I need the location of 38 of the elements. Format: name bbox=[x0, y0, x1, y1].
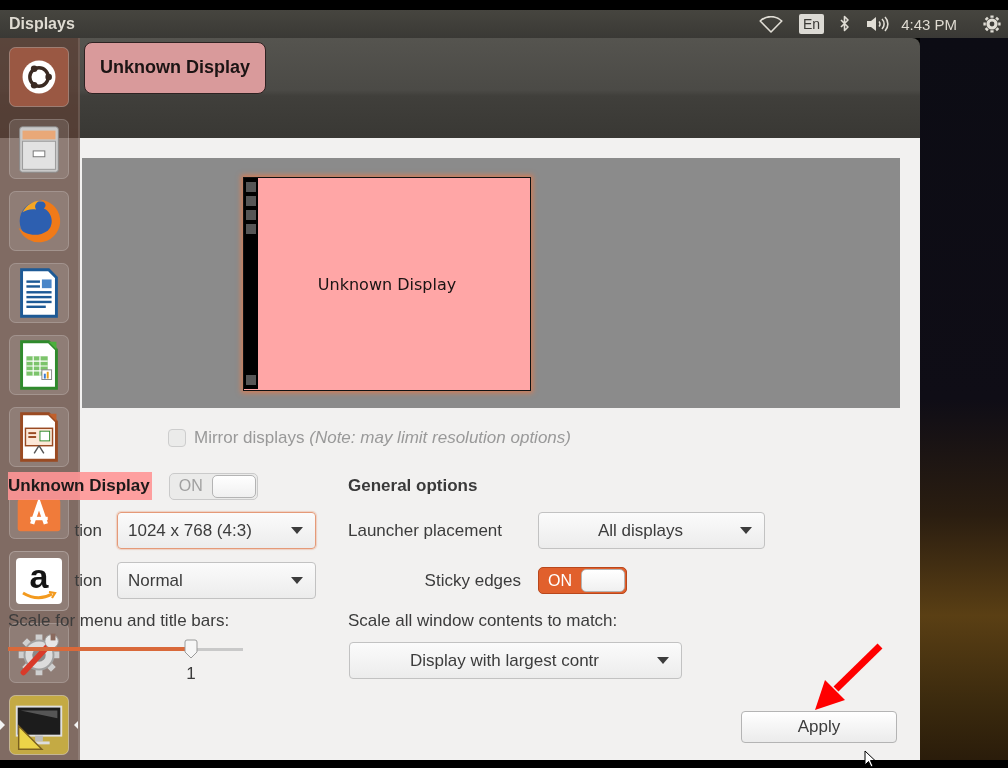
launcher-placement-label: Launcher placement bbox=[348, 520, 504, 541]
display-name-heading: Unknown Display bbox=[8, 472, 152, 500]
display-preview[interactable]: Unknown Display bbox=[243, 177, 531, 391]
scale-label: Scale for menu and title bars: bbox=[8, 611, 230, 631]
display-name-label: Unknown Display bbox=[84, 42, 267, 94]
apply-button[interactable]: Apply bbox=[741, 711, 897, 743]
file-cabinet-icon[interactable] bbox=[9, 119, 69, 179]
select-dropdown[interactable]: All displays bbox=[538, 512, 765, 549]
volume-icon[interactable] bbox=[866, 15, 891, 33]
caret-icon bbox=[657, 657, 669, 664]
letter-tile-button[interactable]: a bbox=[9, 551, 69, 611]
mirror-label: Mirror displays (Note: may limit resolution options) bbox=[194, 428, 571, 448]
section-heading: General options bbox=[348, 475, 478, 497]
smile-arrow-icon bbox=[21, 591, 57, 601]
bluetooth-icon[interactable] bbox=[839, 15, 851, 33]
presentation-icon[interactable] bbox=[9, 407, 69, 467]
window-title: Displays bbox=[9, 15, 75, 33]
shopping-bag-icon[interactable] bbox=[9, 499, 69, 539]
ring-logo-icon[interactable] bbox=[9, 47, 69, 107]
select-dropdown[interactable]: 1024 x 768 (4:3) bbox=[117, 512, 316, 549]
keyboard-layout-indicator[interactable]: En bbox=[799, 14, 825, 34]
wifi-icon[interactable] bbox=[759, 15, 783, 33]
select-dropdown[interactable]: Display with largest contr bbox=[349, 642, 682, 679]
display-preview-label: Unknown Display bbox=[317, 274, 457, 294]
scale-value: 1 bbox=[186, 665, 196, 683]
caret-icon bbox=[740, 527, 752, 534]
slider-handle[interactable] bbox=[184, 639, 199, 659]
sticky-edges-label: Sticky edges bbox=[424, 570, 521, 591]
text-document-icon[interactable] bbox=[9, 263, 69, 323]
caret-icon bbox=[291, 527, 303, 534]
spreadsheet-icon[interactable] bbox=[9, 335, 69, 395]
select-dropdown[interactable]: Normal bbox=[117, 562, 316, 599]
scale-all-label: Scale all window contents to match: bbox=[348, 611, 618, 631]
clock[interactable]: 4:43 PM bbox=[901, 15, 957, 33]
settings-icon[interactable] bbox=[983, 15, 1001, 33]
monitor-ruler-icon[interactable] bbox=[9, 695, 69, 755]
caret-icon bbox=[291, 577, 303, 584]
toggle-switch[interactable]: ON bbox=[538, 567, 627, 594]
